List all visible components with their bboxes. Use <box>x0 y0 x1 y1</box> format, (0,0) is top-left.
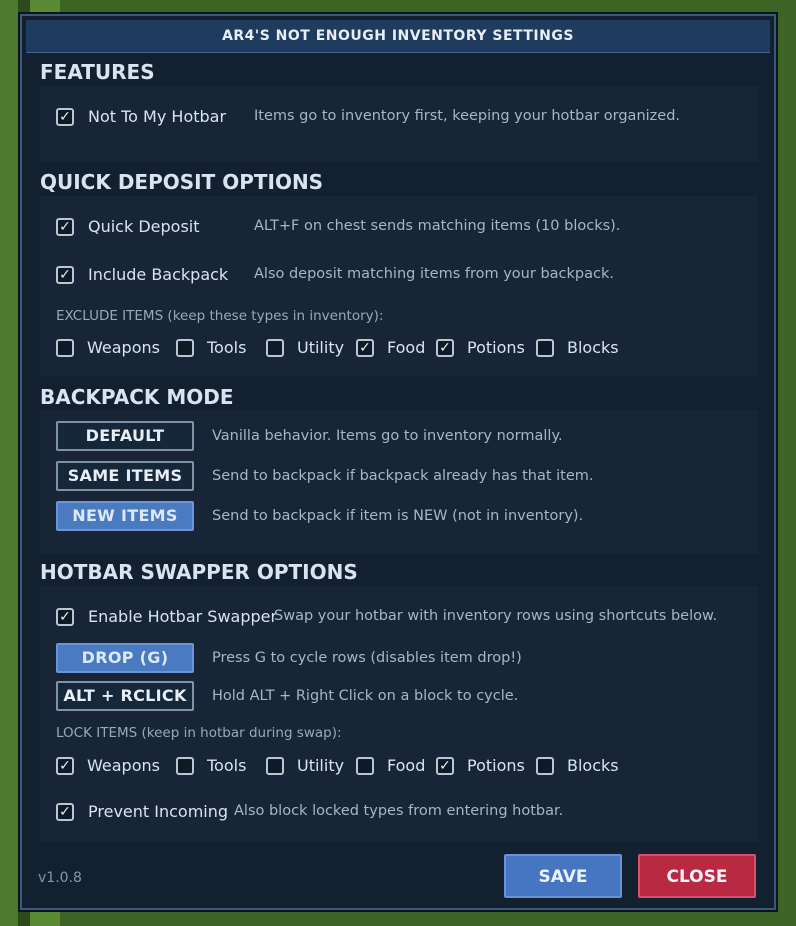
prevent-incoming-desc: Also block locked types from entering ho… <box>234 803 564 819</box>
include-backpack-toggle[interactable]: ✓ Include Backpack <box>56 265 228 284</box>
not-to-hotbar-toggle[interactable]: ✓ Not To My Hotbar <box>56 107 226 126</box>
checkbox[interactable]: ✓ <box>436 338 454 357</box>
checkbox[interactable] <box>356 756 374 775</box>
checkbox-label: Utility <box>297 756 345 775</box>
exclude-items-label: EXCLUDE ITEMS (keep these types in inven… <box>56 308 384 324</box>
swapper-mode-alt-rclick-desc: Hold ALT + Right Click on a block to cyc… <box>212 688 519 704</box>
backpack-mode-same-items-button[interactable]: SAME ITEMS <box>56 461 194 491</box>
quick-deposit-toggle[interactable]: ✓ Quick Deposit <box>56 217 200 236</box>
check-icon: ✓ <box>439 339 451 356</box>
check-icon: ✓ <box>359 339 371 356</box>
checkbox[interactable]: ✓ <box>356 338 374 357</box>
checkbox[interactable] <box>266 756 284 775</box>
checkbox-label: Weapons <box>87 756 160 775</box>
lock-potions[interactable]: ✓ Potions <box>436 756 536 775</box>
checkbox-label: Tools <box>207 756 247 775</box>
check-icon: ✓ <box>59 608 71 625</box>
enable-hotbar-swapper-desc: Swap your hotbar with inventory rows usi… <box>274 608 718 624</box>
checkbox[interactable]: ✓ <box>56 265 74 284</box>
section-title-features: FEATURES <box>40 60 155 84</box>
exclude-blocks[interactable]: Blocks <box>536 338 619 357</box>
lock-weapons[interactable]: ✓ Weapons <box>56 756 176 775</box>
lock-food[interactable]: Food <box>356 756 436 775</box>
lock-items-group: ✓ Weapons Tools Utility Food ✓ Potions B… <box>56 756 619 775</box>
not-to-hotbar-desc: Items go to inventory first, keeping you… <box>254 108 681 124</box>
checkbox[interactable] <box>176 338 194 357</box>
check-icon: ✓ <box>59 266 71 283</box>
backpack-mode-card: DEFAULT Vanilla behavior. Items go to in… <box>40 410 758 554</box>
backpack-mode-new-items-button[interactable]: NEW ITEMS <box>56 501 194 531</box>
checkbox[interactable] <box>176 756 194 775</box>
check-icon: ✓ <box>59 757 71 774</box>
backpack-mode-default-desc: Vanilla behavior. Items go to inventory … <box>212 428 563 444</box>
exclude-items-group: Weapons Tools Utility ✓ Food ✓ Potions B… <box>56 338 619 357</box>
section-title-quick-deposit: QUICK DEPOSIT OPTIONS <box>40 170 324 194</box>
checkbox[interactable]: ✓ <box>56 756 74 775</box>
lock-blocks[interactable]: Blocks <box>536 756 619 775</box>
swapper-mode-drop-desc: Press G to cycle rows (disables item dro… <box>212 650 522 666</box>
save-button[interactable]: SAVE <box>504 854 622 898</box>
exclude-weapons[interactable]: Weapons <box>56 338 176 357</box>
lock-utility[interactable]: Utility <box>266 756 356 775</box>
prevent-incoming-toggle[interactable]: ✓ Prevent Incoming <box>56 802 228 821</box>
include-backpack-desc: Also deposit matching items from your ba… <box>254 266 614 282</box>
checkbox[interactable]: ✓ <box>56 607 74 626</box>
swapper-mode-drop-button[interactable]: DROP (G) <box>56 643 194 673</box>
settings-window: AR4'S NOT ENOUGH INVENTORY SETTINGS FEAT… <box>20 14 776 910</box>
check-icon: ✓ <box>59 218 71 235</box>
backpack-mode-same-items-desc: Send to backpack if backpack already has… <box>212 468 594 484</box>
hotbar-swapper-card: ✓ Enable Hotbar Swapper Swap your hotbar… <box>40 586 758 842</box>
checkbox[interactable]: ✓ <box>56 802 74 821</box>
checkbox-label: Quick Deposit <box>88 217 200 236</box>
checkbox-label: Tools <box>207 338 247 357</box>
quick-deposit-card: ✓ Quick Deposit ALT+F on chest sends mat… <box>40 196 758 376</box>
backpack-mode-new-items-desc: Send to backpack if item is NEW (not in … <box>212 508 584 524</box>
checkbox[interactable]: ✓ <box>56 107 74 126</box>
checkbox-label: Utility <box>297 338 345 357</box>
exclude-tools[interactable]: Tools <box>176 338 266 357</box>
exclude-utility[interactable]: Utility <box>266 338 356 357</box>
enable-hotbar-swapper-toggle[interactable]: ✓ Enable Hotbar Swapper <box>56 607 277 626</box>
lock-items-label: LOCK ITEMS (keep in hotbar during swap): <box>56 725 342 741</box>
quick-deposit-desc: ALT+F on chest sends matching items (10 … <box>254 218 621 234</box>
checkbox-label: Prevent Incoming <box>88 802 229 821</box>
features-card: ✓ Not To My Hotbar Items go to inventory… <box>40 86 758 162</box>
exclude-potions[interactable]: ✓ Potions <box>436 338 536 357</box>
checkbox-label: Weapons <box>87 338 160 357</box>
section-title-backpack-mode: BACKPACK MODE <box>40 385 234 409</box>
checkbox[interactable]: ✓ <box>436 756 454 775</box>
exclude-food[interactable]: ✓ Food <box>356 338 436 357</box>
check-icon: ✓ <box>59 108 71 125</box>
backpack-mode-default-button[interactable]: DEFAULT <box>56 421 194 451</box>
checkbox[interactable]: ✓ <box>56 217 74 236</box>
checkbox-label: Potions <box>467 756 525 775</box>
checkbox-label: Potions <box>467 338 525 357</box>
checkbox[interactable] <box>536 756 554 775</box>
check-icon: ✓ <box>59 803 71 820</box>
section-title-hotbar-swapper: HOTBAR SWAPPER OPTIONS <box>40 560 358 584</box>
checkbox-label: Enable Hotbar Swapper <box>88 607 278 626</box>
checkbox-label: Blocks <box>567 756 619 775</box>
checkbox[interactable] <box>536 338 554 357</box>
checkbox-label: Blocks <box>567 338 619 357</box>
check-icon: ✓ <box>439 757 451 774</box>
lock-tools[interactable]: Tools <box>176 756 266 775</box>
swapper-mode-alt-rclick-button[interactable]: ALT + RCLICK <box>56 681 194 711</box>
version-label: v1.0.8 <box>38 870 82 886</box>
checkbox-label: Food <box>387 756 426 775</box>
close-button[interactable]: CLOSE <box>638 854 756 898</box>
checkbox[interactable] <box>266 338 284 357</box>
checkbox[interactable] <box>56 338 74 357</box>
checkbox-label: Include Backpack <box>88 265 229 284</box>
window-title: AR4'S NOT ENOUGH INVENTORY SETTINGS <box>26 20 770 53</box>
checkbox-label: Not To My Hotbar <box>88 107 227 126</box>
checkbox-label: Food <box>387 338 426 357</box>
